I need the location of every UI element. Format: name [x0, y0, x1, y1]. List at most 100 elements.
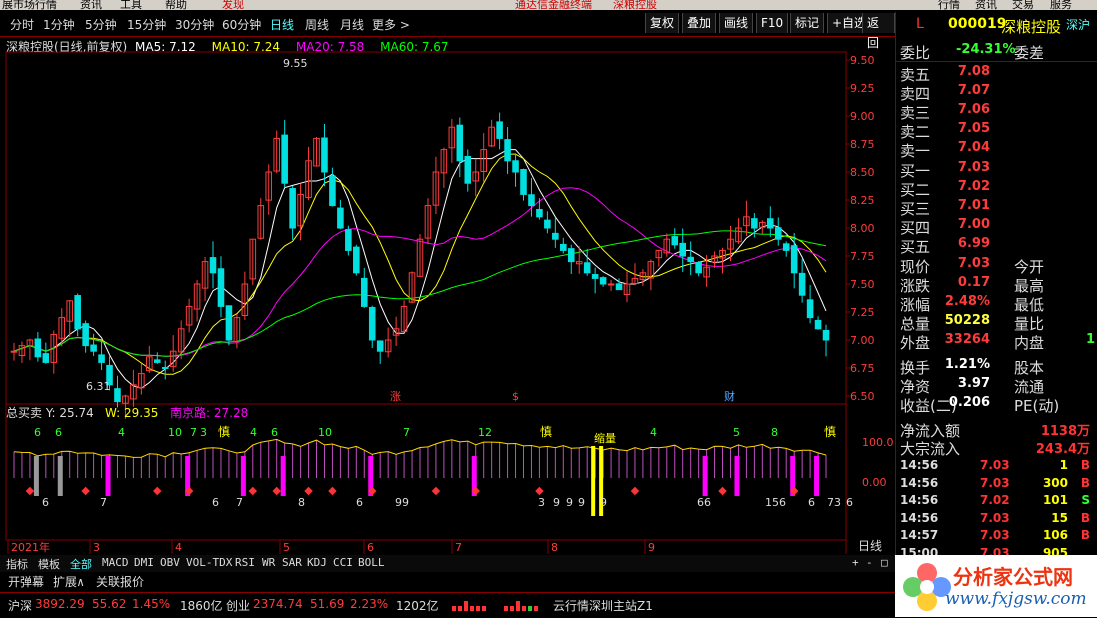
period-60min[interactable]: 60分钟 [222, 16, 261, 33]
period-5min[interactable]: 5分钟 [85, 16, 117, 33]
tab-cci[interactable]: CCI [333, 556, 353, 569]
menu-help[interactable]: 帮助 [165, 0, 187, 10]
stat-value: 7.03 [957, 256, 990, 271]
stock-code: 000019 [948, 16, 1007, 32]
index-cy-amount: 1202亿 [396, 599, 439, 613]
indicator-nanjing: 南京路: 27.28 [170, 405, 248, 420]
kline-chart[interactable]: 9.50 9.25 9.00 8.75 8.50 8.25 8.00 7.75 7.50 7.25… [0, 36, 895, 556]
period-tick[interactable]: 分时 [10, 16, 34, 33]
related-quote[interactable]: 关联报价 [96, 573, 144, 590]
quote-header: L 000019 深粮控股 深沪 [896, 16, 1097, 36]
bid-row[interactable]: 买三 7.01 [896, 198, 1097, 218]
tab-sar[interactable]: SAR [282, 556, 302, 569]
overlay-button[interactable]: 叠加 [682, 13, 717, 33]
candle-body [552, 232, 559, 240]
tag-shen-1: 慎 [218, 425, 230, 439]
period-1min[interactable]: 1分钟 [43, 16, 75, 33]
indicator-bottom-count: 9 [600, 496, 607, 509]
bid-row[interactable]: 买五 6.99 [896, 236, 1097, 256]
draw-line-button[interactable]: 画线 [719, 13, 754, 33]
month-label: 9 [648, 541, 655, 554]
indicator-count: 4 [250, 426, 257, 439]
tab-wr[interactable]: WR [262, 556, 275, 569]
scroll-plus[interactable]: + [852, 556, 859, 569]
ask-label: 卖四 [900, 85, 931, 103]
f10-button[interactable]: F10 [756, 13, 789, 33]
event-mark-dividend[interactable]: $ [512, 390, 519, 403]
tab-vol-tdx[interactable]: VOL-TDX [186, 556, 232, 569]
bid-row[interactable]: 买二 7.02 [896, 179, 1097, 199]
tick-volume: 106 [1042, 528, 1068, 542]
stat-row: 涨幅 2.48% 最低 [896, 294, 1097, 314]
danmaku-toggle[interactable]: 开弹幕 [8, 573, 44, 590]
tab-kdj[interactable]: KDJ [307, 556, 327, 569]
index-sh-change: 55.62 [92, 597, 127, 611]
menu-service[interactable]: 服务 [1050, 0, 1072, 10]
period-weekly[interactable]: 周线 [305, 16, 329, 33]
date-axis: 2021年 3 4 5 6 7 8 9 [7, 540, 655, 554]
period-15min[interactable]: 15分钟 [127, 16, 166, 33]
index-cy-label: 创业 [226, 599, 251, 613]
tab-dmi[interactable]: DMI [134, 556, 154, 569]
menu-discover[interactable]: 发现 [222, 0, 244, 10]
expand-toggle[interactable]: 扩展∧ [53, 573, 84, 590]
mark-button[interactable]: 标记 [790, 13, 825, 33]
stat-row: 换手 1.21% 股本 [896, 357, 1097, 377]
bid-label: 买五 [900, 238, 931, 256]
candle-body [496, 121, 503, 139]
menu-trade[interactable]: 交易 [1012, 0, 1034, 10]
stat-label: 涨幅 [900, 296, 931, 314]
menu-news[interactable]: 资讯 [80, 0, 102, 10]
event-mark-finance[interactable]: 财 [724, 389, 735, 403]
candlesticks [10, 112, 830, 419]
tab-template[interactable]: 模板 [38, 556, 60, 572]
candle-body [90, 344, 97, 352]
ask-row[interactable]: 卖四 7.07 [896, 83, 1097, 103]
tab-obv[interactable]: OBV [160, 556, 180, 569]
tick-direction: B [1080, 475, 1090, 490]
menu-market[interactable]: 展市场行情 [2, 0, 57, 10]
period-daily[interactable]: 日线 [270, 16, 294, 33]
scroll-minus[interactable]: - [866, 556, 873, 569]
adjust-button[interactable]: 复权 [645, 13, 680, 33]
candle-body [591, 274, 599, 279]
candle-body [456, 124, 464, 162]
period-30min[interactable]: 30分钟 [175, 16, 214, 33]
candle-body [209, 257, 217, 274]
stat-label: 涨跌 [900, 277, 931, 295]
tab-macd[interactable]: MACD [102, 556, 129, 569]
tab-rsi[interactable]: RSI [235, 556, 255, 569]
tab-boll[interactable]: BOLL [358, 556, 385, 569]
ask-row[interactable]: 卖三 7.06 [896, 102, 1097, 122]
indicator-count: 7 [403, 426, 410, 439]
tab-all[interactable]: 全部 [70, 556, 92, 572]
period-more[interactable]: 更多 > [372, 16, 410, 33]
bid-label: 买一 [900, 162, 931, 180]
ask-row[interactable]: 卖五 7.08 [896, 64, 1097, 84]
menu-quote[interactable]: 行情 [938, 0, 960, 10]
ask-price: 7.04 [957, 140, 990, 155]
candle-body [82, 323, 89, 347]
ask-row[interactable]: 卖一 7.04 [896, 140, 1097, 160]
ask-row[interactable]: 卖二 7.05 [896, 121, 1097, 141]
back-button[interactable]: 返回 [862, 13, 895, 50]
l-icon: L [916, 16, 924, 32]
candle-body [321, 137, 328, 173]
ask-price: 7.05 [957, 121, 990, 136]
menu-tools[interactable]: 工具 [120, 0, 142, 10]
event-mark-zhang[interactable]: 涨 [390, 390, 401, 403]
period-monthly[interactable]: 月线 [340, 16, 364, 33]
bid-row[interactable]: 买四 7.00 [896, 217, 1097, 237]
tab-indicator[interactable]: 指标 [6, 556, 28, 572]
menu-info[interactable]: 资讯 [975, 0, 997, 10]
server-name[interactable]: 云行情深圳主站Z1 [553, 597, 653, 614]
bid-row[interactable]: 买一 7.03 [896, 160, 1097, 180]
ask-label: 卖三 [900, 104, 931, 122]
tick-time: 14:56 [900, 510, 939, 525]
scroll-toggle[interactable]: □ [881, 556, 888, 569]
price-tick: 7.75 [850, 250, 875, 263]
bid-price: 7.01 [957, 198, 990, 213]
bid-price: 7.03 [957, 160, 990, 175]
candle-body [10, 350, 18, 353]
tick-time: 14:56 [900, 458, 939, 472]
